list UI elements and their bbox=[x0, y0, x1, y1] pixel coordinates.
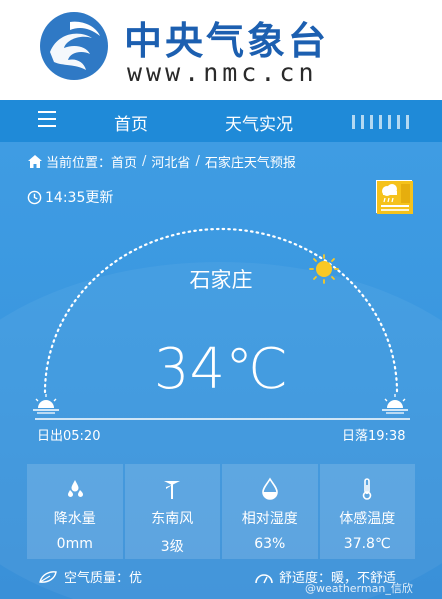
wind-turbine-icon bbox=[164, 481, 181, 499]
weather-panel: 当前位置： 首页 / 河北省 / 石家庄天气预报 14:35更新 石家庄 34℃… bbox=[0, 142, 442, 599]
stat-humidity: 相对湿度 63% bbox=[222, 464, 318, 559]
stat-label: 东南风 bbox=[151, 511, 194, 527]
air-quality-text: 空气质量：优 bbox=[64, 571, 143, 586]
site-header: 中央气象台 www.nmc.cn bbox=[0, 0, 442, 100]
watermark: @weatherman_信欣 bbox=[305, 582, 413, 595]
breadcrumb-separator: / bbox=[195, 154, 200, 169]
rainstorm-warning-icon[interactable] bbox=[376, 180, 413, 214]
breadcrumb-separator: / bbox=[142, 154, 147, 169]
stat-value: 3级 bbox=[160, 539, 184, 555]
gauge-icon bbox=[255, 573, 273, 583]
update-time-text: 14:35更新 bbox=[45, 190, 114, 206]
stat-value: 63% bbox=[254, 536, 286, 552]
logo-title: 中央气象台 bbox=[124, 19, 330, 63]
breadcrumb-prefix: 当前位置： bbox=[46, 156, 112, 171]
stat-feels-like: 体感温度 37.8℃ bbox=[319, 464, 415, 559]
nav-more-items[interactable] bbox=[352, 114, 430, 129]
nmc-logo-icon[interactable] bbox=[40, 12, 108, 80]
city-name: 石家庄 bbox=[189, 268, 253, 292]
breadcrumb-province[interactable]: 河北省 bbox=[151, 152, 190, 171]
stat-value: 0mm bbox=[56, 536, 93, 552]
nav-bar: 首页 天气实况 bbox=[0, 100, 442, 142]
stat-label: 相对湿度 bbox=[241, 511, 298, 527]
breadcrumb-home[interactable]: 首页 bbox=[111, 152, 137, 171]
air-quality[interactable]: 空气质量：优 bbox=[38, 567, 142, 586]
leaf-icon bbox=[39, 570, 57, 583]
weather-stats: 降水量 0mm 东南风 3级 相对湿度 63% 体感温度 37.8℃ bbox=[27, 464, 415, 559]
breadcrumb: 当前位置： 首页 / 河北省 / 石家庄天气预报 bbox=[28, 152, 296, 171]
nav-weather-live[interactable]: 天气实况 bbox=[225, 110, 293, 135]
logo-url: www.nmc.cn bbox=[127, 58, 318, 87]
stat-label: 降水量 bbox=[53, 511, 96, 527]
clock-icon bbox=[27, 190, 42, 204]
sunset-time: 日落19:38 bbox=[342, 429, 406, 444]
stat-value: 37.8℃ bbox=[343, 536, 391, 552]
menu-icon[interactable] bbox=[38, 111, 56, 127]
nav-home[interactable]: 首页 bbox=[114, 110, 148, 135]
thermometer-icon bbox=[362, 478, 372, 500]
rain-drops-icon bbox=[67, 480, 83, 497]
stat-precipitation: 降水量 0mm bbox=[27, 464, 123, 559]
home-icon bbox=[28, 155, 42, 168]
breadcrumb-city[interactable]: 石家庄天气预报 bbox=[205, 152, 296, 171]
sunrise-time: 日出05:20 bbox=[37, 429, 101, 444]
update-time: 14:35更新 bbox=[27, 187, 113, 207]
humidity-icon bbox=[261, 477, 278, 500]
stat-wind: 东南风 3级 bbox=[124, 464, 220, 559]
current-temperature: 34℃ bbox=[153, 337, 289, 402]
stat-label: 体感温度 bbox=[339, 511, 396, 527]
